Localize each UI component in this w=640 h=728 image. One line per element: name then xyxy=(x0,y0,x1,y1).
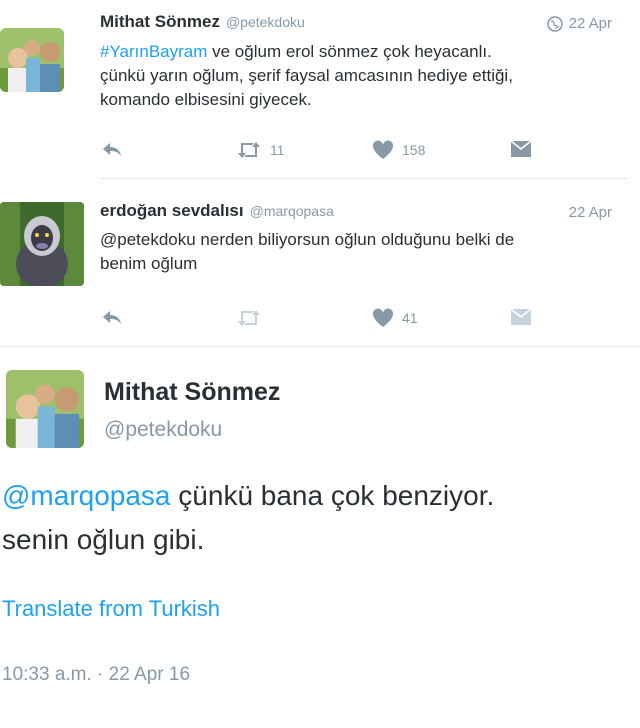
like-button[interactable]: 158 xyxy=(372,140,425,160)
tweet-detail: Mithat Sönmez @petekdoku @marqopasa çünk… xyxy=(0,348,640,728)
heart-icon xyxy=(372,140,394,160)
reply-icon xyxy=(100,308,124,328)
monkey-photo-icon xyxy=(0,202,84,286)
family-photo-icon xyxy=(0,28,64,92)
heart-icon xyxy=(372,308,394,328)
author-display-name[interactable]: Mithat Sönmez xyxy=(104,378,280,407)
mention-link[interactable]: @marqopasa xyxy=(2,480,171,511)
direct-message-icon xyxy=(510,140,532,158)
tweet-actions: 41 xyxy=(100,308,540,332)
tweet-text-line1: ve oğlum erol sönmez çok heyacanlı. xyxy=(207,42,492,61)
tweet-text-line3: komando elbisesini giyecek. xyxy=(100,90,312,109)
author-handle[interactable]: @petekdoku xyxy=(104,418,222,442)
author-name[interactable]: Mithat Sönmez @petekdoku xyxy=(100,12,305,32)
author-name[interactable]: erdoğan sevdalısı @marqopasa xyxy=(100,201,334,221)
direct-message-button[interactable] xyxy=(510,140,532,158)
tweet-text-line2: senin oğlun gibi. xyxy=(2,524,205,555)
tweet-text-line1: @petekdoku nerden biliyorsun oğlun olduğ… xyxy=(100,230,515,249)
divider xyxy=(100,178,628,179)
tweet-text: @marqopasa çünkü bana çok benziyor. seni… xyxy=(2,474,622,562)
author-handle[interactable]: @petekdoku xyxy=(226,14,305,30)
retweet-button[interactable] xyxy=(236,308,262,328)
tweet-timestamp[interactable]: 10:33 a.m. · 22 Apr 16 xyxy=(2,664,190,686)
hashtag-link[interactable]: #YarınBayram xyxy=(100,42,207,61)
like-count: 158 xyxy=(402,142,426,158)
retweet-icon xyxy=(236,308,262,328)
tweet-text: @petekdoku nerden biliyorsun oğlun olduğ… xyxy=(100,228,620,276)
direct-message-button[interactable] xyxy=(510,308,532,326)
tweet-date[interactable]: 22 Apr xyxy=(546,15,612,32)
translate-link[interactable]: Translate from Turkish xyxy=(2,596,220,622)
divider xyxy=(0,346,640,347)
author-display-name[interactable]: Mithat Sönmez xyxy=(100,12,220,31)
author-handle[interactable]: @marqopasa xyxy=(250,203,334,219)
like-button[interactable]: 41 xyxy=(372,308,418,328)
tweet-text-line2: çünkü yarın oğlum, şerif faysal amcasını… xyxy=(100,66,513,85)
tweet-date-label: 22 Apr xyxy=(568,15,612,32)
reply-button[interactable] xyxy=(100,308,124,328)
author-display-name[interactable]: erdoğan sevdalısı xyxy=(100,201,244,220)
tweet-date[interactable]: 22 Apr xyxy=(569,204,612,221)
reply-button[interactable] xyxy=(100,140,124,160)
like-count: 41 xyxy=(402,310,418,326)
avatar[interactable] xyxy=(6,370,84,448)
avatar[interactable] xyxy=(0,202,84,286)
globe-icon xyxy=(546,15,563,32)
tweet-actions: 11 158 xyxy=(100,140,540,164)
tweet-text-line1: çünkü bana çok benziyor. xyxy=(170,480,495,511)
tweet-text: #YarınBayram ve oğlum erol sönmez çok he… xyxy=(100,40,620,112)
reply-icon xyxy=(100,140,124,160)
family-photo-icon xyxy=(6,370,84,448)
tweet-text-line2: benim oğlum xyxy=(100,254,198,273)
retweet-button[interactable]: 11 xyxy=(236,140,285,160)
retweet-icon xyxy=(236,140,262,160)
retweet-count: 11 xyxy=(270,142,285,158)
tweet-1[interactable]: Mithat Sönmez @petekdoku 22 Apr #YarınBay… xyxy=(0,0,640,180)
direct-message-icon xyxy=(510,308,532,326)
tweet-2[interactable]: erdoğan sevdalısı @marqopasa 22 Apr @pete… xyxy=(0,180,640,348)
avatar[interactable] xyxy=(0,28,64,92)
